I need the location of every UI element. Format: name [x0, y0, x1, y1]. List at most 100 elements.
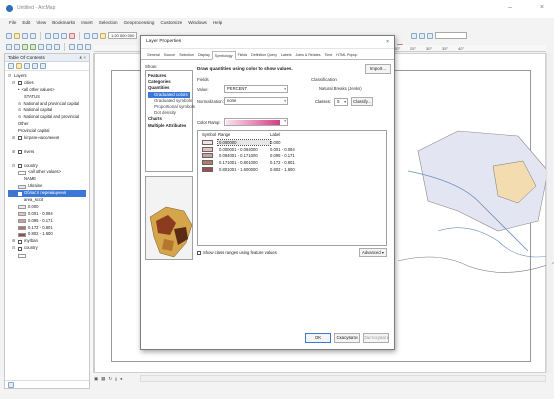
expand-toggle-icon[interactable]: ⊟: [12, 190, 16, 197]
zoom-in-icon[interactable]: [6, 43, 12, 50]
toc-layer-row[interactable]: [8, 252, 86, 259]
layout-view-icon[interactable]: ▦: [101, 376, 105, 382]
class-symbol-swatch[interactable]: [202, 153, 213, 159]
tab-time[interactable]: Time: [323, 51, 335, 59]
menu-item-5[interactable]: Selection: [99, 20, 118, 29]
toc-layer-row[interactable]: NAME: [8, 176, 86, 183]
cut-icon[interactable]: [45, 32, 51, 39]
toc-pin-close[interactable]: ᴥ ×: [79, 55, 86, 60]
expand-toggle-icon[interactable]: ⊟: [12, 163, 16, 170]
class-label[interactable]: 0.000: [270, 140, 330, 145]
tab-source[interactable]: Source: [162, 51, 177, 59]
menu-item-7[interactable]: Customize: [161, 20, 183, 29]
list-by-source-icon[interactable]: [16, 63, 22, 69]
layer-visibility-checkbox[interactable]: [18, 150, 22, 155]
class-symbol-swatch[interactable]: [202, 139, 213, 145]
toc-layer-row[interactable]: STATUS: [8, 94, 86, 101]
class-symbol-swatch[interactable]: [202, 166, 213, 172]
table-icon[interactable]: [427, 32, 434, 39]
toc-layer-row[interactable]: ⊞ kiтраїн-населення: [8, 135, 86, 142]
expand-toggle-icon[interactable]: ⊞: [12, 238, 16, 245]
class-row[interactable]: 0.000001 - 0.094000 0.001 - 0.094: [198, 146, 386, 153]
toc-layer-row[interactable]: ⊙ National capital and provincial: [8, 114, 86, 121]
previous-page-icon[interactable]: ◂: [120, 376, 122, 382]
toc-layer-row[interactable]: 0.000: [8, 204, 86, 211]
class-label[interactable]: 0.095 - 0.171: [270, 153, 330, 158]
map-scale-combo[interactable]: 1:20 000 000: [108, 32, 138, 39]
class-row[interactable]: 0.094001 - 0.171000 0.095 - 0.171: [198, 152, 386, 159]
undo-icon[interactable]: [84, 32, 90, 39]
list-by-visibility-icon[interactable]: [24, 63, 30, 69]
class-row[interactable]: 0.000000 0.000: [198, 138, 386, 146]
fixed-zoom-icon[interactable]: [38, 43, 44, 50]
cancel-button[interactable]: Скасувати: [334, 333, 360, 343]
toc-layer-row[interactable]: ⊟ Layers: [8, 73, 86, 80]
list-by-drawing-order-icon[interactable]: [8, 63, 14, 69]
class-row[interactable]: 0.171001 - 0.801000 0.172 - 0.801: [198, 159, 386, 166]
label-column-header[interactable]: Label: [270, 131, 330, 139]
class-range[interactable]: 0.000001 - 0.094000: [218, 147, 270, 152]
tab-labels[interactable]: Labels: [279, 51, 294, 59]
toc-layer-row[interactable]: ⊟ Області переміщення: [8, 190, 86, 198]
dialog-close-button[interactable]: ×: [386, 39, 389, 45]
show-class-ranges-checkbox[interactable]: [197, 250, 201, 255]
symbol-swatch[interactable]: [18, 232, 26, 237]
menu-item-4[interactable]: Insert: [81, 20, 93, 29]
symbol-swatch[interactable]: [18, 219, 26, 224]
symbol-swatch[interactable]: [18, 226, 26, 231]
toc-layer-row[interactable]: ⊞ rivers: [8, 149, 86, 156]
class-range[interactable]: 0.171001 - 0.801000: [218, 160, 270, 165]
layer-visibility-checkbox[interactable]: [18, 136, 22, 141]
class-label[interactable]: 0.172 - 0.801: [270, 160, 330, 165]
menu-item-8[interactable]: Windows: [188, 20, 207, 29]
back-extent-icon[interactable]: [46, 43, 52, 50]
menu-item-9[interactable]: Help: [213, 20, 222, 29]
value-field-select[interactable]: PERCENT ▾: [224, 85, 288, 93]
open-icon[interactable]: [14, 32, 20, 39]
expand-toggle-icon[interactable]: ⊞: [12, 149, 16, 156]
toc-layer-row[interactable]: 0.172 - 0.801: [8, 225, 86, 232]
menu-item-1[interactable]: Edit: [22, 20, 30, 29]
import-button[interactable]: Import...: [365, 64, 391, 74]
layer-visibility-checkbox[interactable]: [18, 191, 22, 196]
horizontal-scrollbar[interactable]: [140, 375, 546, 382]
show-class-ranges-option[interactable]: Show class ranges using feature values: [197, 250, 277, 255]
menu-item-0[interactable]: File: [9, 20, 16, 29]
class-label[interactable]: 0.001 - 0.094: [270, 147, 330, 152]
delete-icon[interactable]: [69, 32, 75, 39]
editor-icon[interactable]: [411, 32, 418, 39]
measure-icon[interactable]: [85, 43, 91, 50]
select-features-icon[interactable]: [69, 43, 75, 50]
close-window-button[interactable]: ×: [540, 4, 544, 11]
toc-layer-row[interactable]: 0.095 - 0.171: [8, 218, 86, 225]
save-icon[interactable]: [22, 32, 28, 39]
redo-icon[interactable]: [92, 32, 98, 39]
advanced-button[interactable]: Advanced ▾: [359, 248, 387, 257]
tab-joins-relates[interactable]: Joins & Relates: [294, 51, 323, 59]
toc-layer-row[interactable]: ⊟ country: [8, 163, 86, 170]
print-icon[interactable]: [30, 32, 36, 39]
toc-layer-row[interactable]: ⊞ myrban: [8, 238, 86, 245]
toc-layer-row[interactable]: Provincial capital: [8, 128, 86, 135]
list-by-selection-icon[interactable]: [32, 63, 38, 69]
copy-icon[interactable]: [53, 32, 59, 39]
menu-item-3[interactable]: Bookmarks: [52, 20, 75, 29]
forward-extent-icon[interactable]: [54, 43, 60, 50]
toc-layer-row[interactable]: ⊟ country: [8, 245, 86, 252]
tab-definition-query[interactable]: Definition Query: [249, 51, 279, 59]
refresh-icon[interactable]: ↻: [108, 376, 112, 382]
data-view-icon[interactable]: ▣: [94, 376, 98, 382]
symbol-swatch[interactable]: [18, 205, 26, 210]
toolbar-combo[interactable]: [435, 32, 468, 39]
toc-layer-row[interactable]: [8, 156, 86, 163]
classes-select[interactable]: 5 ▾: [334, 97, 349, 106]
toc-options-icon[interactable]: [40, 63, 46, 69]
identify-icon[interactable]: [77, 43, 83, 50]
add-data-icon[interactable]: [100, 32, 106, 39]
pause-icon[interactable]: ‖: [115, 377, 117, 382]
tab-fields[interactable]: Fields: [236, 51, 250, 59]
symbol-column-header[interactable]: Symbol: [202, 131, 218, 139]
toc-layer-row[interactable]: Ukraine: [8, 183, 86, 190]
expand-toggle-icon[interactable]: ⊟: [8, 73, 12, 80]
toc-layer-row[interactable]: 0.802 - 1.600: [8, 231, 86, 238]
